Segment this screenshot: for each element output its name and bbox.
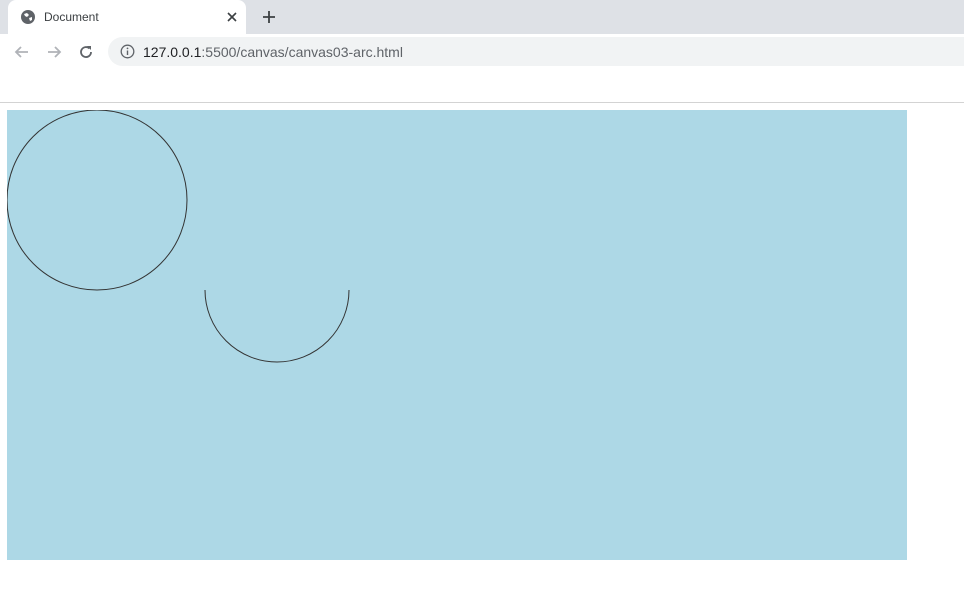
drawing-canvas [7, 110, 907, 560]
address-bar[interactable]: 127.0.0.1:5500/canvas/canvas03-arc.html [108, 37, 964, 66]
canvas-background [7, 110, 907, 560]
url-path: :5500/canvas/canvas03-arc.html [201, 44, 403, 60]
arrow-left-icon[interactable] [12, 42, 32, 62]
plus-icon[interactable] [260, 8, 278, 26]
tab-strip: Document [0, 0, 964, 34]
close-icon[interactable] [224, 9, 240, 25]
reload-icon[interactable] [76, 42, 96, 62]
toolbar: 127.0.0.1:5500/canvas/canvas03-arc.html [0, 34, 964, 70]
tab-title: Document [44, 10, 99, 24]
url-text: 127.0.0.1:5500/canvas/canvas03-arc.html [143, 44, 403, 60]
tab-document[interactable]: Document [8, 0, 246, 34]
globe-icon [21, 10, 35, 24]
content-divider [0, 102, 964, 103]
url-host: 127.0.0.1 [143, 44, 202, 60]
info-icon[interactable] [120, 44, 135, 59]
arrow-right-icon[interactable] [44, 42, 64, 62]
